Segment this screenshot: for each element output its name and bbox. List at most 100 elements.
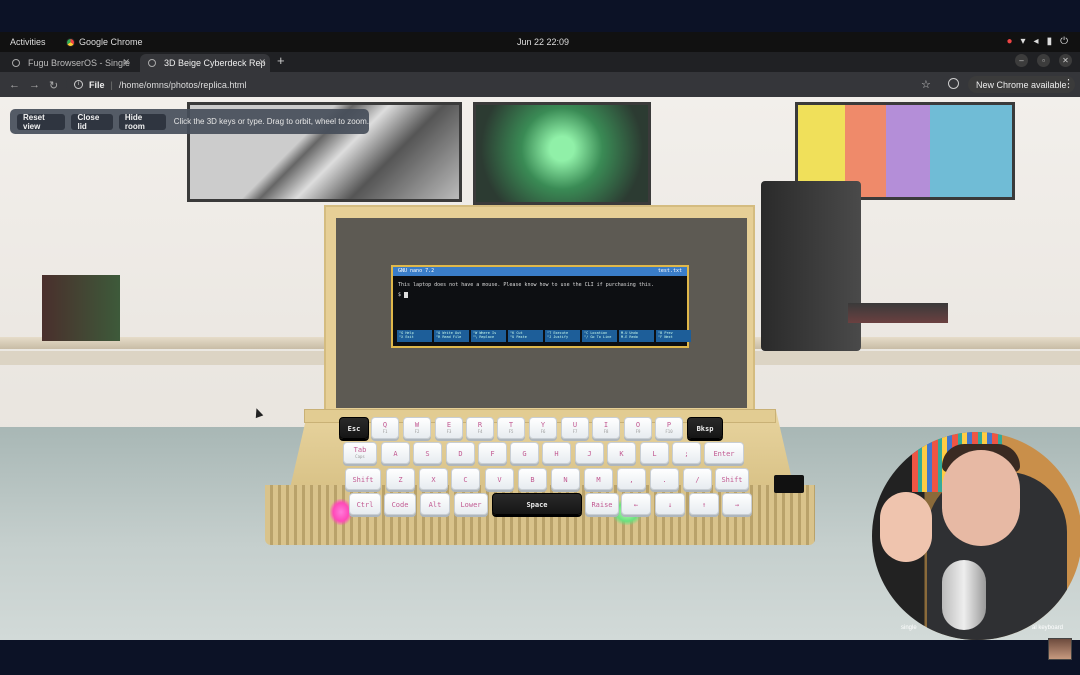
letterbox-top — [0, 0, 1080, 32]
key-up[interactable]: ↑ — [689, 493, 719, 515]
key-comma[interactable]: , — [617, 468, 646, 490]
key-v[interactable]: V — [485, 468, 514, 490]
key-label: Alt — [428, 501, 442, 509]
kebab-menu-icon[interactable]: ⋮ — [1063, 77, 1074, 90]
new-tab-button[interactable]: + — [277, 53, 285, 68]
key-m[interactable]: M — [584, 468, 613, 490]
nano-shortcut: ^B Prev ^F Next — [656, 330, 691, 342]
key-right[interactable]: → — [722, 493, 752, 515]
mic-icon[interactable]: ▮ — [1047, 36, 1053, 47]
key-bksp[interactable]: Bksp — [687, 417, 723, 439]
back-icon[interactable]: ← — [9, 79, 20, 91]
volume-icon[interactable]: ◂ — [1034, 36, 1039, 47]
key-label: N — [563, 476, 568, 484]
key-shift[interactable]: Shift — [345, 468, 381, 490]
microphone — [942, 560, 986, 630]
key-q[interactable]: Q F1 — [371, 417, 399, 439]
letterbox-bottom — [0, 640, 1080, 675]
star-icon[interactable]: ☆ — [921, 78, 931, 91]
key-label: Z — [398, 476, 403, 484]
key-i[interactable]: I F8 — [592, 417, 620, 439]
minimize-button[interactable]: – — [1015, 54, 1028, 67]
key-sublabel: F4 — [477, 429, 483, 434]
webcam-overlay — [872, 432, 1080, 640]
hide-room-button[interactable]: Hide room — [118, 113, 166, 131]
presenter-face — [942, 450, 1020, 546]
reload-icon[interactable]: ↻ — [49, 79, 58, 92]
key-alt[interactable]: Alt — [420, 493, 450, 515]
key-t[interactable]: T F5 — [497, 417, 525, 439]
activities-button[interactable]: Activities — [10, 37, 46, 47]
key-tab[interactable]: Tab Caps — [343, 442, 377, 464]
key-label: Shift — [721, 476, 743, 484]
key-semicolon[interactable]: ; — [672, 442, 701, 464]
system-tray[interactable]: ● ▾ ◂ ▮ ⏻ — [1006, 36, 1068, 47]
key-code[interactable]: Code — [384, 493, 416, 515]
key-slash[interactable]: / — [683, 468, 712, 490]
key-space[interactable]: Space — [492, 493, 582, 515]
key-g[interactable]: G — [510, 442, 539, 464]
key-esc[interactable]: Esc — [339, 417, 369, 439]
maximize-button[interactable]: ▫ — [1037, 54, 1050, 67]
key-s[interactable]: S — [413, 442, 442, 464]
key-b[interactable]: B — [518, 468, 547, 490]
key-d[interactable]: D — [446, 442, 475, 464]
color-bar — [930, 105, 1012, 197]
close-icon[interactable]: ✕ — [122, 57, 130, 68]
key-period[interactable]: . — [650, 468, 679, 490]
tab-cyberdeck[interactable]: 3D Beige Cyberdeck Rep ✕ — [140, 54, 270, 72]
window-close-button[interactable]: ✕ — [1059, 54, 1072, 67]
clock[interactable]: Jun 22 22:09 — [517, 37, 569, 47]
globe-icon — [148, 59, 156, 67]
key-c[interactable]: C — [451, 468, 480, 490]
key-e[interactable]: E F3 — [435, 417, 463, 439]
key-p[interactable]: P F10 — [655, 417, 683, 439]
key-lower[interactable]: Lower — [454, 493, 488, 515]
key-enter[interactable]: Enter — [704, 442, 744, 464]
key-a[interactable]: A — [381, 442, 410, 464]
address-bar[interactable]: i File | /home/omns/photos/replica.html — [66, 75, 946, 94]
key-u[interactable]: U F7 — [561, 417, 589, 439]
nano-shortcut: ^K Cut ^U Paste — [508, 330, 543, 342]
close-icon[interactable]: ✕ — [258, 57, 266, 68]
app-menu[interactable]: Google Chrome — [66, 37, 143, 47]
key-f[interactable]: F — [478, 442, 507, 464]
key-left[interactable]: ← — [621, 493, 651, 515]
info-icon[interactable]: i — [74, 80, 83, 89]
record-icon[interactable]: ● — [1006, 36, 1012, 47]
update-chrome-button[interactable]: New Chrome available — [968, 76, 1075, 93]
power-icon[interactable]: ⏻ — [1060, 36, 1068, 47]
key-z[interactable]: Z — [386, 468, 415, 490]
key-label: ↓ — [667, 501, 673, 509]
key-h[interactable]: H — [542, 442, 571, 464]
key-label: Space — [526, 501, 548, 509]
forward-icon[interactable]: → — [29, 79, 40, 91]
channel-avatar — [1048, 638, 1072, 660]
profile-icon[interactable] — [948, 78, 959, 89]
key-sublabel: F9 — [635, 429, 641, 434]
key-y[interactable]: Y F6 — [529, 417, 557, 439]
side-button[interactable] — [774, 475, 804, 493]
key-x[interactable]: X — [419, 468, 448, 490]
key-n[interactable]: N — [551, 468, 580, 490]
key-o[interactable]: O F9 — [624, 417, 652, 439]
key-down[interactable]: ↓ — [655, 493, 685, 515]
key-shift[interactable]: Shift — [715, 468, 749, 490]
key-label: D — [458, 450, 463, 458]
terminal-window[interactable]: GNU nano 7.2 test.txt This laptop does n… — [391, 265, 691, 348]
key-j[interactable]: J — [575, 442, 604, 464]
key-r[interactable]: R F4 — [466, 417, 494, 439]
key-raise[interactable]: Raise — [585, 493, 619, 515]
reset-view-button[interactable]: Reset view — [17, 113, 66, 131]
close-lid-button[interactable]: Close lid — [71, 113, 113, 131]
key-w[interactable]: W F2 — [403, 417, 431, 439]
key-k[interactable]: K — [607, 442, 636, 464]
wifi-icon[interactable]: ▾ — [1021, 36, 1026, 47]
key-l[interactable]: L — [640, 442, 669, 464]
key-label: J — [587, 450, 592, 458]
key-ctrl[interactable]: Ctrl — [349, 493, 381, 515]
terminal-prompt-line: $ — [398, 290, 682, 300]
key-label: ↑ — [701, 501, 707, 509]
key-sublabel: F8 — [603, 429, 609, 434]
tab-fugu[interactable]: Fugu BrowserOS - Single ✕ — [4, 54, 134, 72]
